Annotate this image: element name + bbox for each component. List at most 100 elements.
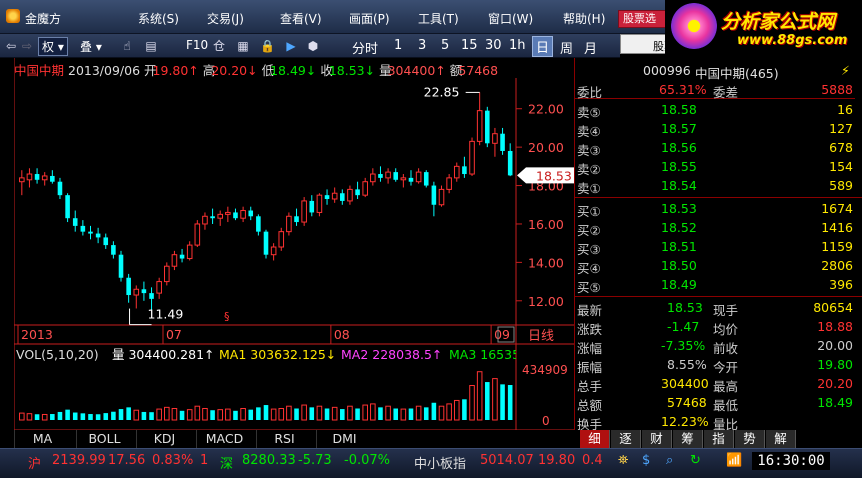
tab-rsi[interactable]: RSI bbox=[256, 430, 312, 448]
layout-icon[interactable]: ▤ bbox=[144, 39, 158, 53]
volume-bar bbox=[256, 407, 261, 420]
volume-bar bbox=[347, 405, 353, 421]
current-price-label: 18.53 bbox=[536, 168, 572, 183]
menu-help[interactable]: 帮助(H) bbox=[563, 10, 605, 27]
app-logo-icon bbox=[6, 9, 20, 23]
side-tab-trend[interactable]: 势 bbox=[735, 430, 765, 448]
volume-bar bbox=[278, 408, 285, 421]
lock-icon[interactable]: 🔒 bbox=[260, 39, 275, 53]
candle-body bbox=[415, 171, 422, 183]
candle-body bbox=[393, 172, 399, 180]
sell-order-row: 卖② 18.55 154 bbox=[575, 157, 855, 177]
volume-legend-item: 量 304400.281↑ bbox=[112, 347, 215, 362]
period-day[interactable]: 日 bbox=[532, 36, 554, 57]
tab-ma[interactable]: MA bbox=[14, 430, 70, 448]
back-icon[interactable]: ⇦ bbox=[4, 39, 18, 53]
tab-dmi[interactable]: DMI bbox=[316, 430, 372, 448]
banner-url: www.88gs.com bbox=[737, 33, 848, 48]
kline-chart[interactable]: 22.0020.0018.0016.0014.0012.00 22.8511.4… bbox=[14, 58, 574, 448]
sell-volume: 16 bbox=[837, 102, 853, 117]
tab-boll[interactable]: BOLL bbox=[76, 430, 132, 448]
volume-bar bbox=[248, 409, 254, 420]
volume-bar bbox=[95, 414, 101, 420]
volume-bar bbox=[233, 410, 238, 420]
candle-body bbox=[462, 166, 467, 175]
menu-tools[interactable]: 工具(T) bbox=[418, 10, 459, 27]
side-tab-chips[interactable]: 筹 bbox=[673, 430, 703, 448]
tab-kdj[interactable]: KDJ bbox=[136, 430, 192, 448]
buy-level-label: 买⑤ bbox=[577, 280, 601, 295]
price-tick-label: 22.00 bbox=[528, 102, 564, 117]
min-price-label: 11.49 bbox=[148, 307, 184, 322]
sz-index: 8280.33 bbox=[242, 453, 296, 468]
stock-select-button[interactable]: 股票选 bbox=[618, 10, 670, 28]
forward-icon[interactable]: ⇨ bbox=[20, 39, 34, 53]
price-tick-label: 14.00 bbox=[528, 255, 564, 270]
side-tab-tick[interactable]: 逐 bbox=[611, 430, 641, 448]
volume-bar bbox=[171, 408, 178, 421]
candle-body bbox=[225, 211, 231, 215]
sz-label[interactable]: 深 bbox=[220, 453, 233, 472]
volume-bar bbox=[309, 407, 315, 420]
menu-view[interactable]: 查看(V) bbox=[280, 10, 322, 27]
date-label: 2013 bbox=[21, 327, 53, 342]
period-5m[interactable]: 5 bbox=[441, 38, 449, 53]
search-globe-icon[interactable]: ⌕ bbox=[666, 453, 673, 468]
quote-date: 2013/09/06 bbox=[68, 63, 141, 78]
volume-bar bbox=[72, 412, 78, 420]
volume-bar bbox=[355, 408, 360, 420]
period-3m[interactable]: 3 bbox=[418, 38, 426, 53]
tab-macd[interactable]: MACD bbox=[196, 430, 252, 448]
volume-bar bbox=[385, 405, 391, 421]
side-tab-finance[interactable]: 财 bbox=[642, 430, 672, 448]
period-15m[interactable]: 15 bbox=[461, 38, 478, 53]
weibi-label: 委比 bbox=[577, 85, 603, 100]
volume-bar bbox=[340, 409, 345, 420]
volume-bar bbox=[400, 408, 407, 421]
candle-body bbox=[469, 140, 475, 175]
play-icon[interactable]: ▶ bbox=[284, 39, 298, 53]
f10-button[interactable]: F10 bbox=[186, 38, 208, 52]
record-icon[interactable]: ⬢ bbox=[306, 39, 320, 53]
buy-order-row: 买② 18.52 1416 bbox=[575, 218, 855, 238]
stat-row: 总额 57468 最低 18.49 bbox=[575, 393, 855, 413]
network-icon[interactable]: ⛯ bbox=[618, 453, 628, 468]
menu-window[interactable]: 窗口(W) bbox=[488, 10, 533, 27]
period-month[interactable]: 月 bbox=[584, 38, 597, 57]
candle-body bbox=[294, 216, 299, 223]
menu-system[interactable]: 系统(S) bbox=[138, 10, 179, 27]
period-week[interactable]: 周 bbox=[560, 38, 573, 57]
zx-percent: 0.4 bbox=[582, 453, 603, 468]
candle-body bbox=[126, 277, 131, 296]
sh-more: 1 bbox=[200, 453, 209, 468]
side-tab-explain[interactable]: 解 bbox=[766, 430, 796, 448]
grid-icon[interactable]: ▦ bbox=[236, 39, 250, 53]
side-tab-detail[interactable]: 细 bbox=[580, 430, 610, 448]
side-tab-index[interactable]: 指 bbox=[704, 430, 734, 448]
stat-value: 18.49 bbox=[817, 395, 853, 410]
sh-label[interactable]: 沪 bbox=[28, 453, 41, 472]
panel-divider bbox=[575, 296, 862, 297]
menu-screen[interactable]: 画面(P) bbox=[349, 10, 390, 27]
candle-body bbox=[370, 173, 376, 183]
hand-cursor-icon[interactable]: ☝ bbox=[120, 39, 134, 53]
dollar-icon[interactable]: $ bbox=[642, 453, 650, 468]
period-1h[interactable]: 1h bbox=[509, 38, 526, 53]
refresh-icon[interactable]: ↻ bbox=[690, 453, 701, 468]
price-tick-label: 16.00 bbox=[528, 217, 564, 232]
period-minute[interactable]: 分时 bbox=[352, 38, 378, 57]
buy-price: 18.51 bbox=[661, 239, 697, 254]
overlay-dropdown[interactable]: 叠 ▾ bbox=[80, 38, 102, 55]
lightning-icon[interactable]: ⚡ bbox=[841, 63, 850, 78]
stat-value: 304400 bbox=[661, 376, 709, 391]
position-icon[interactable]: 仓 bbox=[212, 39, 226, 53]
chart-frame bbox=[14, 58, 574, 431]
period-1m[interactable]: 1 bbox=[394, 38, 402, 53]
volume-bar bbox=[194, 405, 201, 421]
menu-trade[interactable]: 交易(J) bbox=[207, 10, 244, 27]
sell-level-label: 卖① bbox=[577, 181, 601, 196]
period-30m[interactable]: 30 bbox=[485, 38, 502, 53]
candle-body bbox=[95, 233, 101, 238]
fuquan-dropdown[interactable]: 权 ▾ bbox=[38, 37, 68, 56]
zx-label[interactable]: 中小板指 bbox=[414, 453, 466, 472]
